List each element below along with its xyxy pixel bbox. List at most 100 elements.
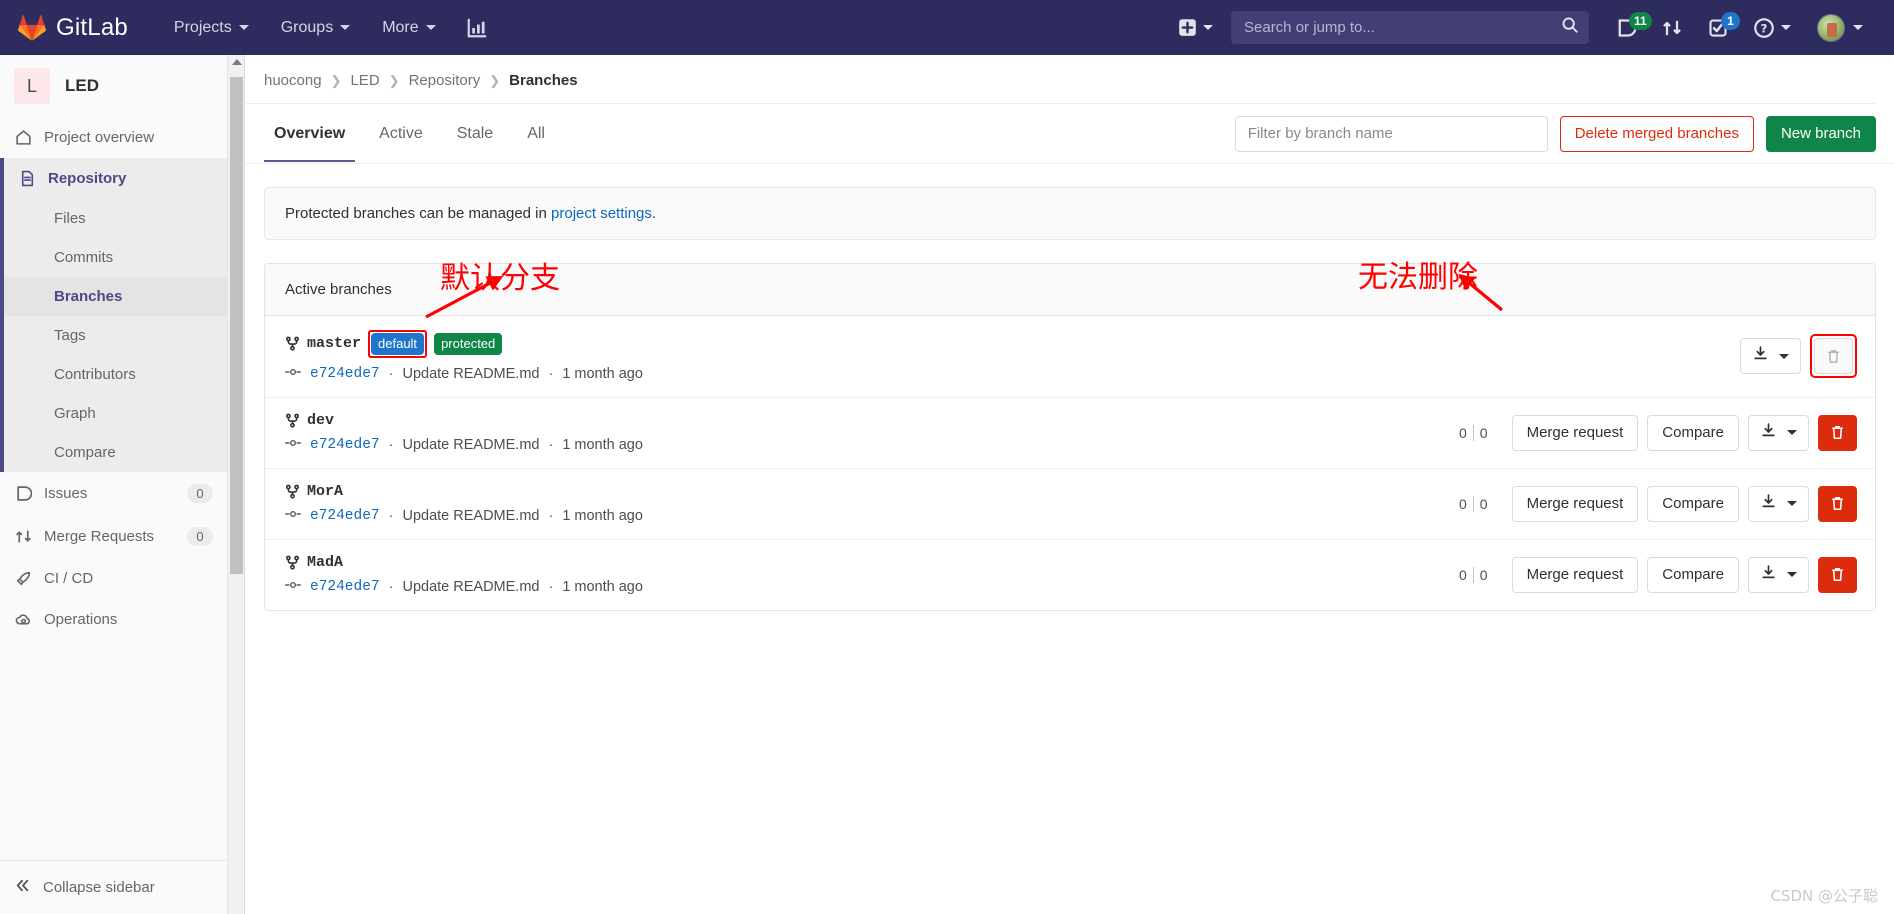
row-actions [1740,334,1857,379]
scrollbar-thumb[interactable] [230,77,243,574]
tab-stale[interactable]: Stale [447,106,503,162]
compare-button[interactable]: Compare [1647,485,1739,522]
sidebar-subitem-compare[interactable]: Compare [4,433,227,472]
compare-button[interactable]: Compare [1647,414,1739,451]
sidebar-item-repository[interactable]: Repository [4,158,227,199]
row-actions: Merge request Compare [1511,485,1857,522]
chevron-down-icon [1853,25,1863,30]
nav-projects[interactable]: Projects [158,0,265,55]
todos-count-badge: 1 [1721,12,1740,30]
download-source-code-button[interactable] [1748,414,1809,451]
tab-active[interactable]: Active [369,106,433,162]
branch-fork-icon [285,484,300,499]
branch-name[interactable]: dev [307,412,334,429]
branch-info: MorA e724ede7 · Update README.md · 1 mon… [285,483,1459,525]
sidebar-scrollbar[interactable] [228,55,245,914]
project-avatar: L [14,68,50,104]
breadcrumb-separator-icon: ❯ [489,72,501,88]
search-icon[interactable] [1561,16,1579,39]
home-icon [14,129,32,146]
trash-icon [1832,426,1843,440]
delete-branch-button[interactable] [1818,414,1857,451]
search-input[interactable] [1244,19,1561,36]
sidebar-subitem-commits[interactable]: Commits [4,238,227,277]
scroll-up-arrow-icon[interactable] [232,59,242,65]
nav-groups[interactable]: Groups [265,0,366,55]
download-source-code-button[interactable] [1748,485,1809,522]
download-source-code-button[interactable] [1748,556,1809,593]
project-settings-link[interactable]: project settings [551,205,652,222]
row-actions: Merge request Compare [1511,556,1857,593]
merge-request-button[interactable]: Merge request [1511,414,1639,451]
sidebar-project-header[interactable]: L LED [0,55,227,117]
global-search-box[interactable] [1231,11,1589,44]
branch-name[interactable]: MorA [307,483,343,500]
branch-fork-icon [285,413,300,428]
breadcrumb-item-project[interactable]: LED [350,72,379,89]
commit-separator: · [388,578,394,595]
chevron-down-icon [238,25,249,30]
help-circle-icon: ? [1754,17,1774,38]
sidebar-item-ci-cd[interactable]: CI / CD [0,558,227,599]
gitlab-wordmark: GitLab [56,13,128,41]
sidebar-subitem-contributors[interactable]: Contributors [4,355,227,394]
commit-sha-link[interactable]: e724ede7 [310,508,380,524]
create-new-button[interactable] [1166,18,1225,37]
nav-merge-requests-button[interactable] [1649,0,1695,55]
sidebar-item-operations[interactable]: Operations [0,599,227,640]
commits-behind-count: 0 [1458,495,1467,512]
commit-sha-link[interactable]: e724ede7 [310,437,380,453]
gitlab-fox-icon [18,14,46,41]
merge-request-button[interactable]: Merge request [1511,485,1639,522]
nav-more[interactable]: More [366,0,451,55]
watermark: CSDN @公子聪 [1770,887,1878,905]
commit-sha-link[interactable]: e724ede7 [310,366,380,382]
breadcrumb-item-repository[interactable]: Repository [409,72,481,89]
tab-all[interactable]: All [517,106,555,162]
delete-branch-button[interactable] [1818,556,1857,593]
sidebar-item-issues[interactable]: Issues 0 [0,472,227,515]
commit-line: e724ede7 · Update README.md · 1 month ag… [285,436,1459,454]
branch-filter-input[interactable] [1234,115,1548,152]
collapse-sidebar-button[interactable]: Collapse sidebar [0,860,227,914]
commit-separator: · [548,578,554,595]
sidebar-subitem-graph[interactable]: Graph [4,394,227,433]
sidebar-item-merge-requests[interactable]: Merge Requests 0 [0,515,227,558]
tab-overview[interactable]: Overview [264,106,356,162]
chevron-double-left-icon [14,877,31,898]
nav-user-menu-button[interactable] [1804,0,1876,55]
divergence-graph: 0 0 [1458,424,1488,441]
branch-name[interactable]: MadA [307,554,343,571]
active-branches-panel: Active branches master default protected [264,263,1876,611]
chevron-down-icon [1781,25,1791,30]
delete-branch-button[interactable] [1818,485,1857,522]
branch-name[interactable]: master [307,335,361,352]
download-source-code-button[interactable] [1740,338,1801,375]
breadcrumb-item-namespace[interactable]: huocong [264,72,322,89]
nav-issues-button[interactable]: 11 [1603,0,1652,55]
sidebar-item-project-overview[interactable]: Project overview [0,117,227,158]
chevron-down-icon [1787,572,1797,578]
commits-behind-count: 0 [1458,424,1467,441]
divergence-graph: 0 0 [1458,495,1488,512]
sidebar-subitem-branches[interactable]: Branches [4,277,227,316]
trash-icon [1832,568,1843,582]
gitlab-logo[interactable]: GitLab [18,14,128,42]
status-badge: default [371,333,425,355]
nav-analytics-button[interactable] [452,0,502,55]
sidebar-item-label: Operations [44,611,118,628]
commit-line: e724ede7 · Update README.md · 1 month ag… [285,578,1459,596]
new-branch-button[interactable]: New branch [1765,115,1876,152]
notice-text-after: . [651,205,657,222]
commit-sha-link[interactable]: e724ede7 [310,579,380,595]
delete-merged-branches-button[interactable]: Delete merged branches [1559,115,1754,152]
sidebar-subitem-files[interactable]: Files [4,199,227,238]
compare-button[interactable]: Compare [1647,556,1739,593]
nav-todos-button[interactable]: 1 [1695,0,1741,55]
merge-request-button[interactable]: Merge request [1511,556,1639,593]
branch-title-line: master default protected [285,330,1740,358]
commit-time: 1 month ago [562,365,643,382]
sidebar-subitem-tags[interactable]: Tags [4,316,227,355]
branch-info: master default protected e724ede7 · Upda… [285,330,1740,383]
nav-help-button[interactable]: ? [1741,0,1804,55]
